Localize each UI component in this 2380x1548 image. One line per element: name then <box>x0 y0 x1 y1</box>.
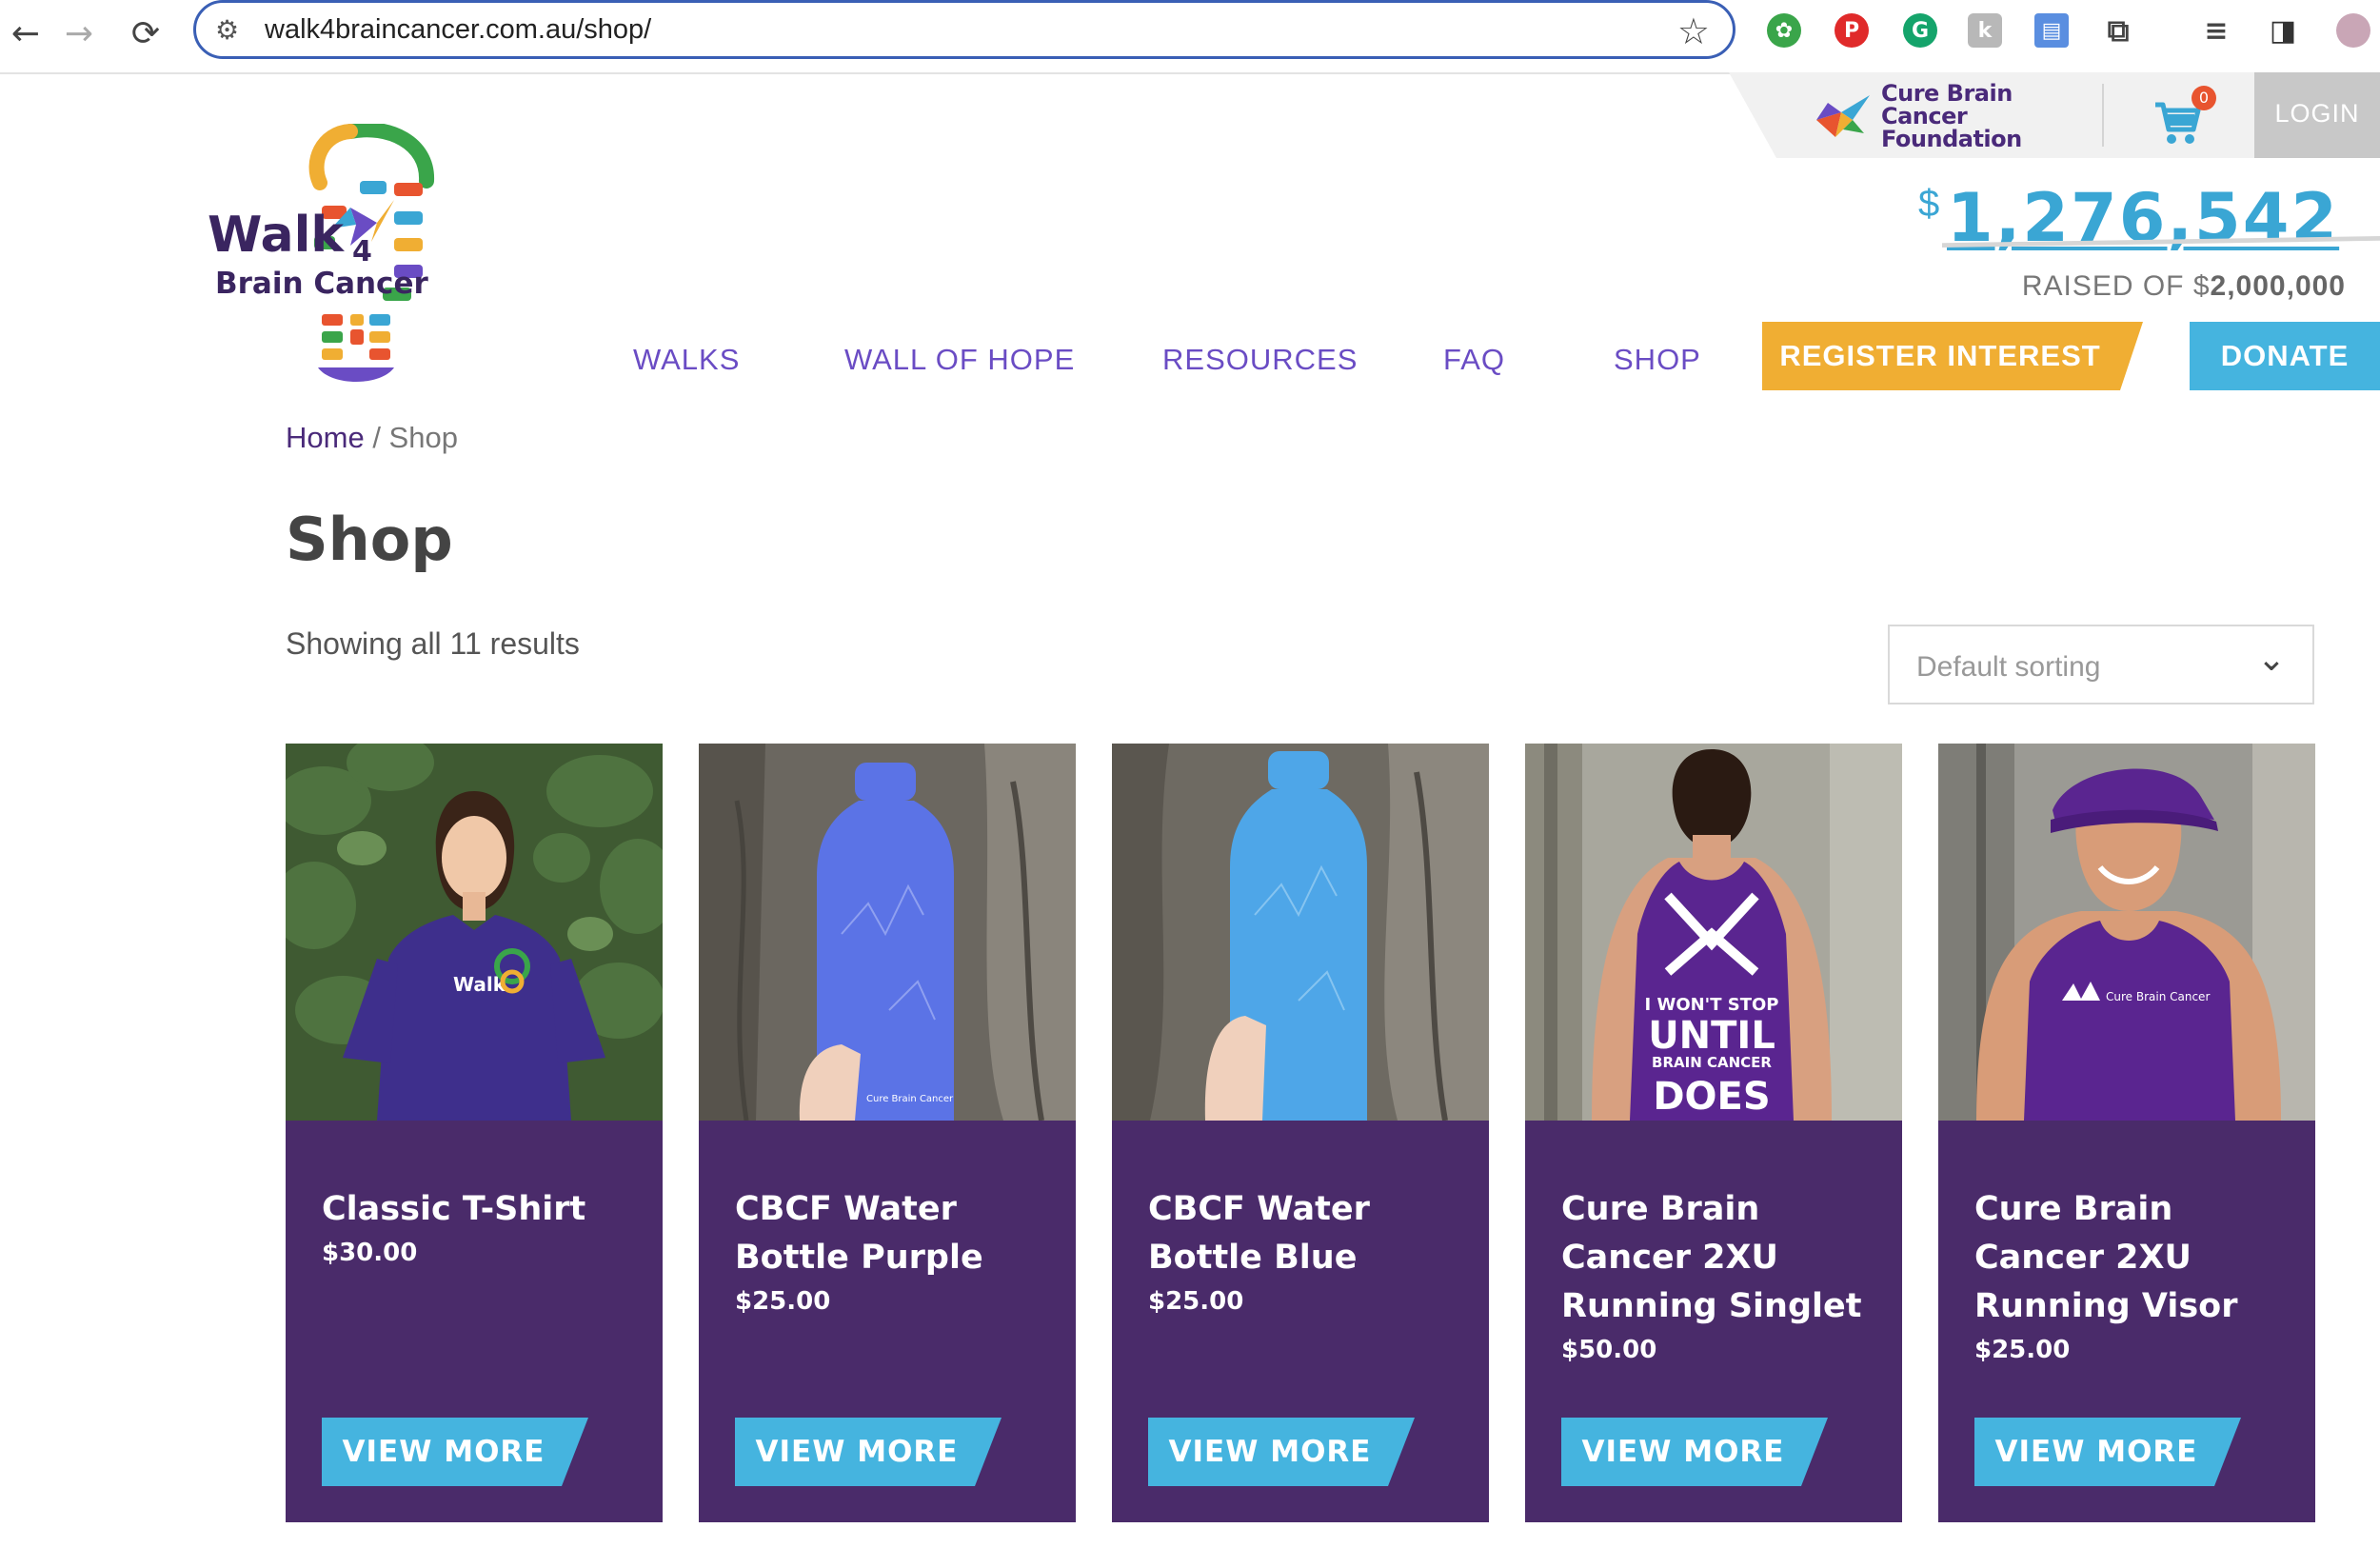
utility-bar: Cure Brain Cancer Foundation 0 LOGIN <box>1729 72 2380 158</box>
product-name[interactable]: Classic T-Shirt <box>322 1190 585 1228</box>
view-more-button[interactable]: VIEW MORE <box>322 1418 588 1486</box>
product-title[interactable]: Cure Brain Cancer 2XU Running Visor $25.… <box>1974 1185 2289 1369</box>
raised-prefix: RAISED OF $ <box>2021 270 2211 302</box>
divider <box>2102 84 2104 147</box>
product-card[interactable]: CBCF Water Bottle Blue $25.00 VIEW MORE <box>1112 744 1489 1522</box>
singlet-text-2: UNTIL <box>1648 1014 1775 1058</box>
product-title[interactable]: Classic T-Shirt $30.00 <box>322 1185 636 1272</box>
page-title: Shop <box>286 505 453 574</box>
product-card[interactable]: I WON'T STOP UNTIL BRAIN CANCER DOES Cur… <box>1525 744 1902 1522</box>
nav-walks[interactable]: WALKS <box>633 343 740 377</box>
footprint-logo-icon: Walk 4 Brain Cancer <box>208 122 434 382</box>
svg-text:Cure Brain Cancer: Cure Brain Cancer <box>2106 990 2210 1003</box>
product-image[interactable]: Walk <box>286 744 663 1121</box>
product-price: $50.00 <box>1561 1336 1657 1364</box>
pinterest-extension-icon[interactable]: P <box>1835 13 1869 48</box>
sort-dropdown[interactable]: Default sorting ⌄ <box>1888 625 2314 705</box>
product-image[interactable] <box>1112 744 1489 1121</box>
breadcrumb: Home / Shop <box>286 421 458 455</box>
extension-icon[interactable]: k <box>1968 13 2002 48</box>
cbcf-logo[interactable]: Cure Brain Cancer Foundation <box>1815 82 2081 150</box>
product-card[interactable]: Cure Brain Cancer CBCF Water Bottle Purp… <box>699 744 1076 1522</box>
cbcf-name: Cure Brain Cancer Foundation <box>1881 80 2022 152</box>
back-icon[interactable]: ← <box>0 8 51 59</box>
product-price: $25.00 <box>735 1287 831 1316</box>
product-image[interactable]: I WON'T STOP UNTIL BRAIN CANCER DOES <box>1525 744 1902 1121</box>
singlet-text-1: I WON'T STOP <box>1645 995 1779 1015</box>
product-price: $30.00 <box>322 1239 418 1267</box>
singlet-photo: I WON'T STOP UNTIL BRAIN CANCER DOES <box>1525 744 1902 1121</box>
nav-shop[interactable]: SHOP <box>1614 343 1701 377</box>
product-name[interactable]: CBCF Water Bottle Blue <box>1148 1190 1370 1277</box>
breadcrumb-separator: / <box>364 421 389 454</box>
breadcrumb-current: Shop <box>388 421 458 454</box>
raised-goal: RAISED OF $2,000,000 <box>2022 270 2346 303</box>
product-card[interactable]: Cure Brain Cancer Cure Brain Cancer 2XU … <box>1938 744 2315 1522</box>
singlet-text-4: DOES <box>1653 1075 1770 1119</box>
singlet-text-3: BRAIN CANCER <box>1652 1054 1772 1071</box>
evernote-extension-icon[interactable]: ✿ <box>1767 13 1801 48</box>
tshirt-photo: Walk <box>286 744 663 1121</box>
login-button[interactable]: LOGIN <box>2254 72 2380 158</box>
sort-selected-value: Default sorting <box>1916 651 2101 683</box>
logo-4-text: 4 <box>352 235 372 268</box>
browser-toolbar: ← → ⟳ ⚙ walk4braincancer.com.au/shop/ ☆ … <box>0 0 2380 74</box>
origami-bird-icon <box>1816 95 1870 137</box>
product-title[interactable]: CBCF Water Bottle Purple $25.00 <box>735 1185 1049 1320</box>
nav-faq[interactable]: FAQ <box>1443 343 1505 377</box>
address-bar[interactable]: ⚙ walk4braincancer.com.au/shop/ ☆ <box>193 0 1735 59</box>
profile-avatar[interactable] <box>2336 13 2370 48</box>
product-title[interactable]: CBCF Water Bottle Blue $25.00 <box>1148 1185 1462 1320</box>
logo-walk-text: Walk <box>208 207 345 264</box>
grammarly-extension-icon[interactable]: G <box>1903 13 1937 48</box>
extensions-puzzle-icon[interactable]: ⧉ <box>2101 12 2135 49</box>
product-image[interactable]: Cure Brain Cancer <box>1938 744 2315 1121</box>
docs-extension-icon[interactable]: ▤ <box>2034 13 2069 48</box>
svg-text:Cure Brain Cancer: Cure Brain Cancer <box>866 1094 954 1104</box>
donate-button[interactable]: DONATE <box>2190 322 2380 390</box>
product-price: $25.00 <box>1148 1287 1244 1316</box>
forward-icon[interactable]: → <box>53 8 105 59</box>
product-name[interactable]: CBCF Water Bottle Purple <box>735 1190 983 1277</box>
product-title[interactable]: Cure Brain Cancer 2XU Running Singlet $5… <box>1561 1185 1875 1369</box>
logo-brain-cancer-text: Brain Cancer <box>215 267 428 301</box>
view-more-button[interactable]: VIEW MORE <box>1974 1418 2241 1486</box>
view-more-button[interactable]: VIEW MORE <box>735 1418 1002 1486</box>
product-image[interactable]: Cure Brain Cancer <box>699 744 1076 1121</box>
product-price: $25.00 <box>1974 1336 2071 1364</box>
nav-resources[interactable]: RESOURCES <box>1162 343 1358 377</box>
site-logo[interactable]: Walk 4 Brain Cancer <box>208 122 474 390</box>
breadcrumb-home[interactable]: Home <box>286 421 365 454</box>
result-count: Showing all 11 results <box>286 626 580 661</box>
blue-bottle-photo <box>1112 744 1489 1121</box>
url-text[interactable]: walk4braincancer.com.au/shop/ <box>265 14 651 46</box>
product-card[interactable]: Walk Classic T-Shirt $30.00 VIEW MORE <box>286 744 663 1522</box>
product-name[interactable]: Cure Brain Cancer 2XU Running Visor <box>1974 1190 2237 1325</box>
chevron-down-icon: ⌄ <box>2256 640 2286 679</box>
cart-count-badge: 0 <box>2192 86 2216 110</box>
tally-currency: $ <box>1918 183 1940 225</box>
view-more-button[interactable]: VIEW MORE <box>1148 1418 1415 1486</box>
side-panel-icon[interactable]: ◨ <box>2266 13 2300 48</box>
purple-bottle-photo: Cure Brain Cancer <box>699 744 1076 1121</box>
visor-photo: Cure Brain Cancer <box>1938 744 2315 1121</box>
raised-goal-amount: 2,000,000 <box>2210 270 2346 302</box>
reading-list-icon[interactable]: ≡ <box>2199 13 2233 48</box>
cart-button[interactable]: 0 <box>2153 86 2220 144</box>
register-interest-button[interactable]: REGISTER INTEREST <box>1762 322 2143 390</box>
site-settings-icon[interactable]: ⚙ <box>215 14 248 47</box>
view-more-button[interactable]: VIEW MORE <box>1561 1418 1828 1486</box>
reload-icon[interactable]: ⟳ <box>120 8 171 59</box>
product-name[interactable]: Cure Brain Cancer 2XU Running Singlet <box>1561 1190 1862 1325</box>
nav-wall-of-hope[interactable]: WALL OF HOPE <box>844 343 1075 377</box>
bookmark-star-icon[interactable]: ☆ <box>1677 10 1710 52</box>
